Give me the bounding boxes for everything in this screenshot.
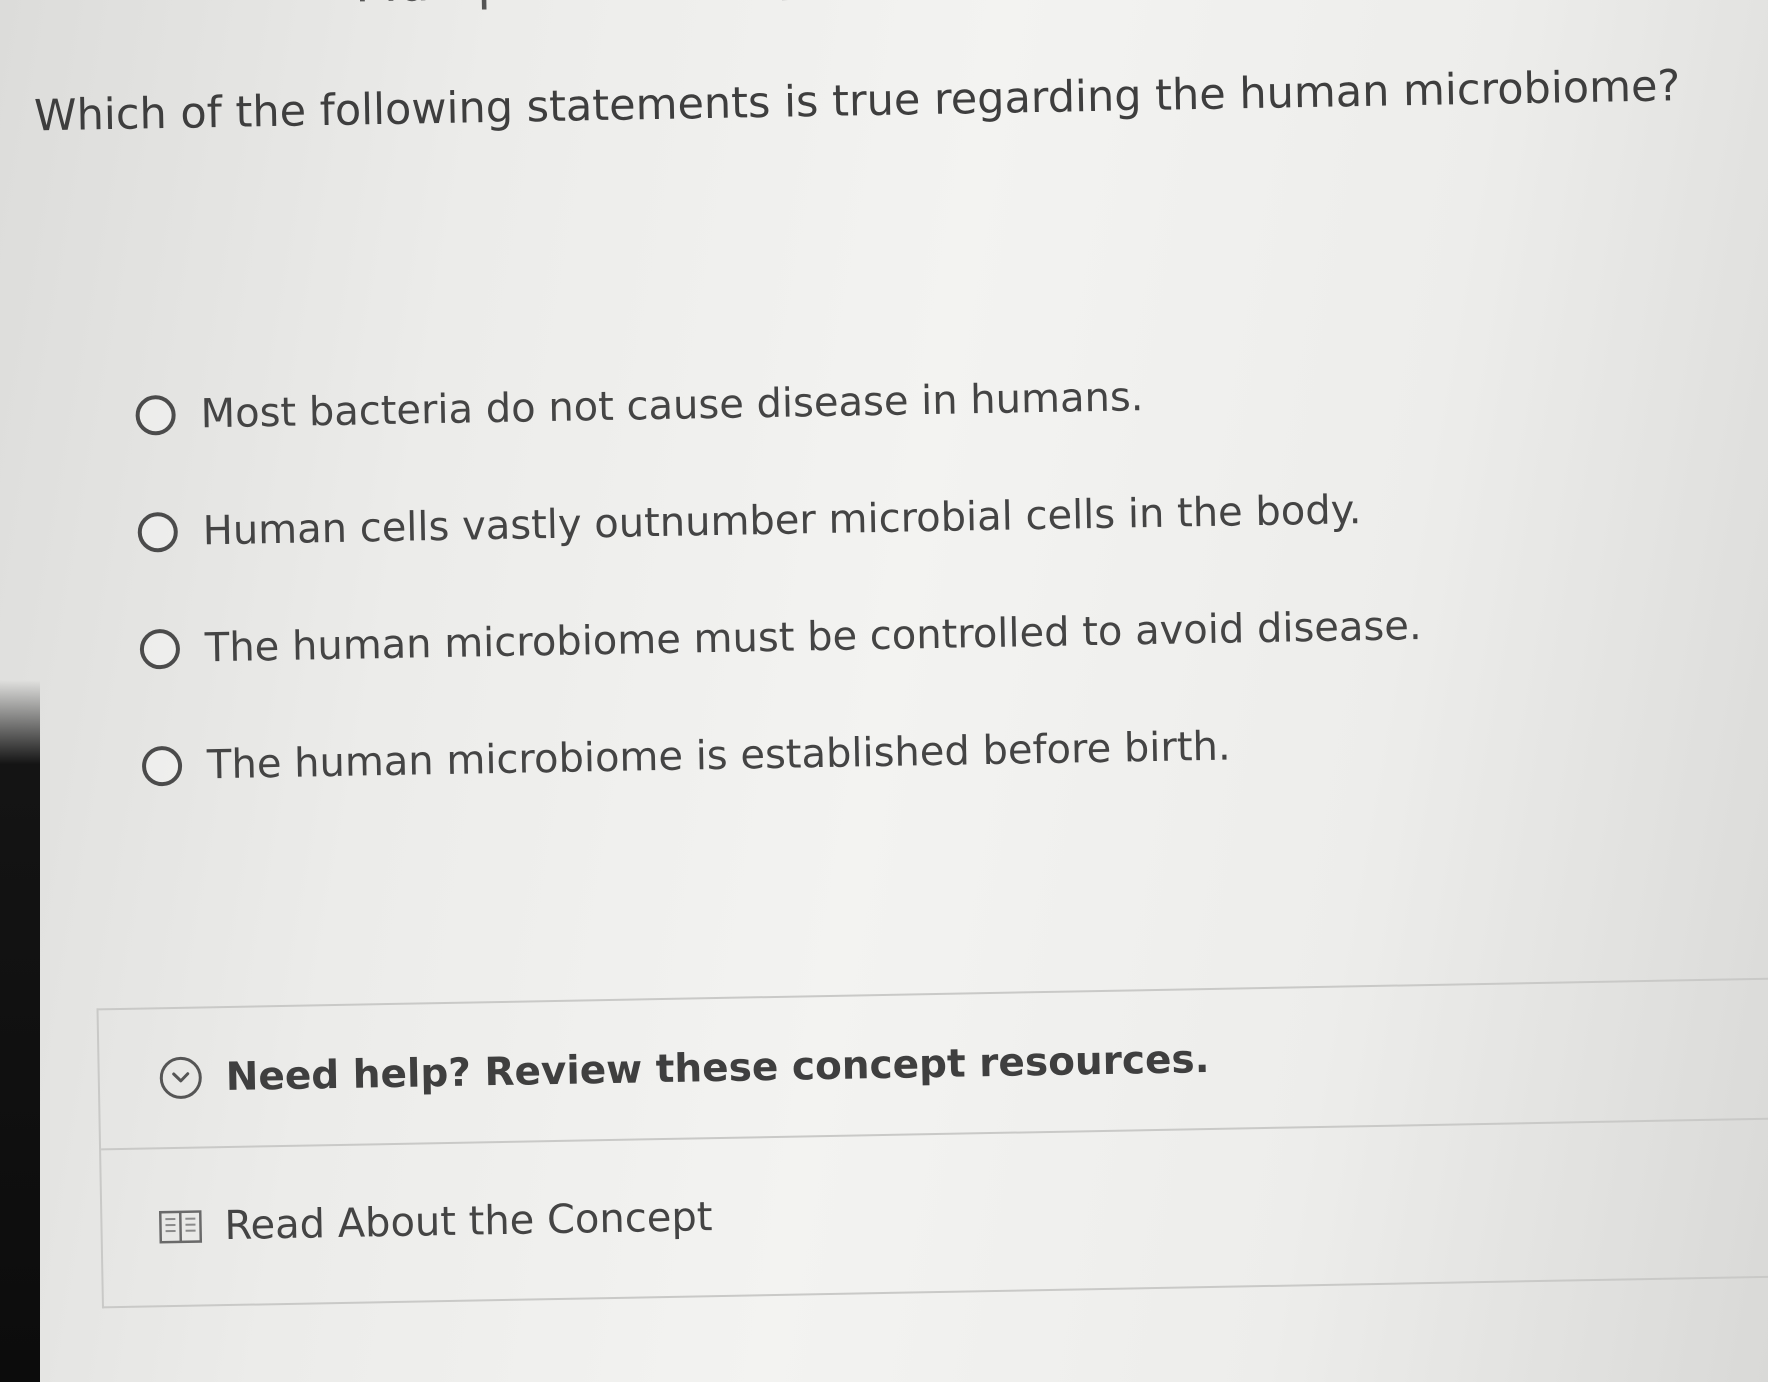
book-icon [158,1207,203,1246]
radio-button[interactable] [137,511,179,553]
answer-option-label: Human cells vastly outnumber microbial c… [202,487,1362,555]
question-page: Multiple Choice Question Which of the fo… [0,0,1768,1382]
concept-resources-panel: Need help? Review these concept resource… [96,977,1768,1309]
radio-button[interactable] [141,745,183,787]
answer-option-label: The human microbiome is established befo… [206,723,1232,789]
question-text: Which of the following statements is tru… [33,61,1681,142]
concept-resources-title: Need help? Review these concept resource… [225,1036,1210,1100]
radio-button[interactable] [135,394,176,436]
answer-options: Most bacteria do not cause disease in hu… [135,362,1425,853]
monitor-bezel [0,680,40,1382]
radio-button[interactable] [139,628,181,670]
chevron-down-icon[interactable] [159,1056,203,1100]
answer-option-4[interactable]: The human microbiome is established befo… [141,713,1425,796]
answer-option-3[interactable]: The human microbiome must be controlled … [139,596,1422,679]
read-about-concept-link[interactable]: Read About the Concept [101,1119,1768,1306]
read-about-concept-label: Read About the Concept [224,1194,713,1250]
screen: Multiple Choice Question Which of the fo… [0,0,1768,1382]
answer-option-2[interactable]: Human cells vastly outnumber microbial c… [137,479,1420,562]
answer-option-1[interactable]: Most bacteria do not cause disease in hu… [135,362,1418,445]
answer-option-label: The human microbiome must be controlled … [204,603,1422,672]
answer-option-label: Most bacteria do not cause disease in hu… [200,374,1144,438]
section-heading: Multiple Choice Question [354,0,978,13]
